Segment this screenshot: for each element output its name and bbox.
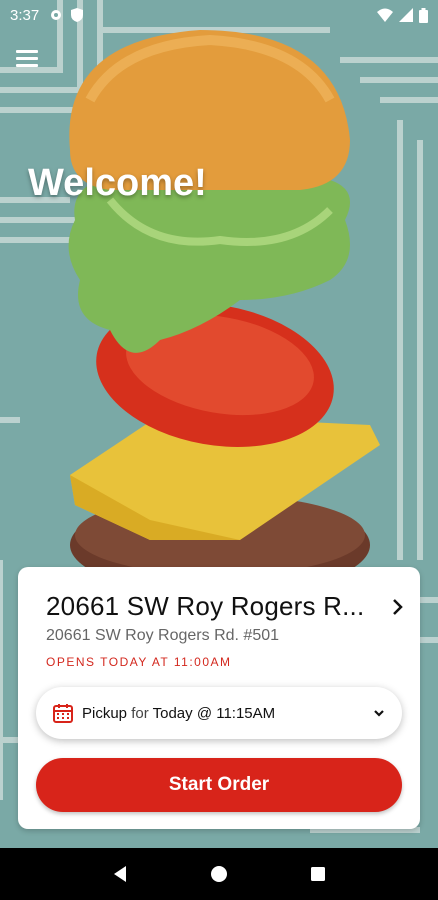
menu-button[interactable] [16, 50, 38, 70]
location-address: 20661 SW Roy Rogers Rd. #501 [46, 627, 280, 644]
battery-icon [419, 7, 428, 23]
pickup-mode: Pickup [82, 704, 128, 722]
pickup-summary: Pickup for Today @ 11:15AM [82, 705, 275, 722]
status-time: 3:37 [10, 6, 40, 24]
chevron-right-icon [393, 598, 403, 615]
pickup-time-selector[interactable]: Pickup for Today @ 11:15AM [36, 687, 402, 739]
wifi-icon [377, 8, 393, 22]
status-bar: 3:37 [0, 0, 438, 30]
shield-icon [71, 8, 84, 22]
chevron-down-icon [374, 710, 384, 717]
signal-icon [399, 8, 413, 22]
calendar-icon [53, 704, 73, 723]
back-icon[interactable] [109, 863, 131, 885]
pickup-connector: for [131, 704, 149, 722]
gear-icon [51, 10, 62, 20]
start-order-button[interactable]: Start Order [36, 758, 402, 812]
location-name: 20661 SW Roy Rogers R... [46, 591, 365, 621]
location-hours: OPENS TODAY AT 11:00AM [46, 655, 232, 669]
home-icon[interactable] [208, 863, 230, 885]
location-card: 20661 SW Roy Rogers R... 20661 SW Roy Ro… [18, 567, 420, 829]
pickup-time: Today @ 11:15AM [152, 704, 276, 722]
welcome-heading: Welcome! [28, 162, 207, 204]
system-nav-bar [0, 848, 438, 900]
hamburger-icon [16, 50, 38, 53]
location-selector[interactable]: 20661 SW Roy Rogers R... [46, 591, 406, 622]
recents-icon[interactable] [307, 863, 329, 885]
